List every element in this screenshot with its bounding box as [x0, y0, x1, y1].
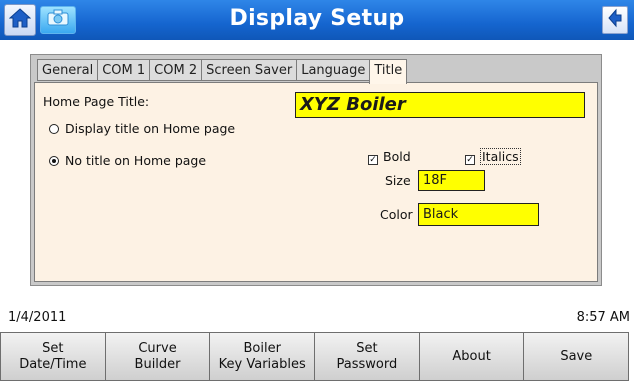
about-button[interactable]: About [418, 332, 525, 381]
tab-com2[interactable]: COM 2 [149, 59, 203, 81]
radio-display-title-button[interactable] [49, 124, 59, 134]
bold-check-icon[interactable]: ✓ [368, 155, 378, 165]
radio-display-title-label: Display title on Home page [65, 121, 236, 136]
radio-no-title-label: No title on Home page [65, 153, 207, 168]
tab-strip: General COM 1 COM 2 Screen Saver Languag… [37, 59, 408, 84]
tab-com1[interactable]: COM 1 [97, 59, 151, 81]
set-password-button[interactable]: Set Password [314, 332, 420, 381]
radio-no-title[interactable]: No title on Home page [49, 153, 206, 168]
size-label: Size [385, 173, 411, 188]
italics-checkbox[interactable]: ✓ Italics [465, 148, 521, 165]
radio-display-title[interactable]: Display title on Home page [49, 121, 235, 136]
color-input[interactable]: Black [418, 203, 539, 226]
home-page-title-input[interactable]: XYZ Boiler [295, 92, 585, 118]
save-button[interactable]: Save [523, 332, 630, 381]
page-title: Display Setup [229, 6, 405, 31]
bold-label: Bold [383, 149, 411, 164]
date-display: 1/4/2011 [8, 310, 67, 325]
title-tab-content: Home Page Title: XYZ Boiler Display titl… [34, 82, 598, 282]
bottom-button-bar: Set Date/Time Curve Builder Boiler Key V… [0, 332, 634, 381]
settings-panel: General COM 1 COM 2 Screen Saver Languag… [30, 54, 602, 286]
italics-check-icon[interactable]: ✓ [465, 155, 475, 165]
tab-screen-saver[interactable]: Screen Saver [201, 59, 298, 81]
curve-builder-button[interactable]: Curve Builder [104, 332, 211, 381]
italics-label: Italics [480, 148, 521, 165]
bold-checkbox[interactable]: ✓ Bold [368, 149, 411, 165]
time-display: 8:57 AM [576, 310, 630, 325]
radio-no-title-button[interactable] [49, 156, 59, 166]
set-date-time-button[interactable]: Set Date/Time [0, 332, 106, 381]
color-label: Color [380, 207, 413, 222]
home-page-title-label: Home Page Title: [43, 94, 150, 109]
tab-language[interactable]: Language [296, 59, 371, 81]
tab-general[interactable]: General [37, 59, 99, 81]
back-button[interactable] [602, 6, 628, 34]
title-bar: Display Setup [0, 0, 634, 40]
status-bar: 1/4/2011 8:57 AM [0, 306, 634, 330]
tab-title[interactable]: Title [369, 59, 408, 84]
size-input[interactable]: 18F [418, 170, 485, 191]
boiler-key-variables-button[interactable]: Boiler Key Variables [209, 332, 316, 381]
back-arrow-icon [607, 8, 623, 32]
